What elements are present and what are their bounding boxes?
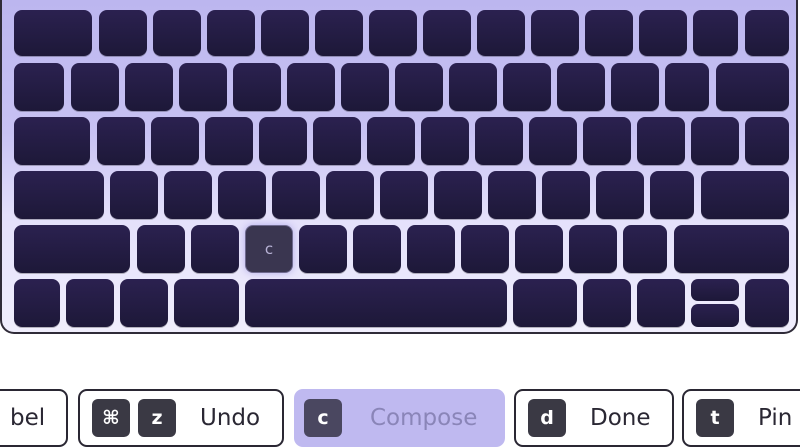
key[interactable] (745, 117, 789, 165)
key[interactable] (461, 225, 509, 273)
key[interactable] (259, 117, 307, 165)
key[interactable] (151, 117, 199, 165)
key[interactable] (596, 171, 644, 219)
key[interactable] (14, 279, 60, 327)
key[interactable] (585, 10, 633, 56)
key[interactable] (14, 10, 92, 56)
shortcut-bar: bel ⌘ z Undo c Compose d Done t Pin (0, 389, 800, 448)
key[interactable] (542, 171, 590, 219)
key[interactable] (137, 225, 185, 273)
key[interactable] (477, 10, 525, 56)
key[interactable] (164, 171, 212, 219)
key[interactable] (423, 10, 471, 56)
arrow-up-key[interactable] (691, 279, 739, 301)
shortcut-key: d (528, 399, 566, 437)
key[interactable] (313, 117, 361, 165)
shortcut-key: t (696, 399, 734, 437)
keyboard: c (0, 0, 798, 334)
key[interactable] (583, 117, 631, 165)
key[interactable] (623, 225, 667, 273)
key[interactable] (207, 10, 255, 56)
key[interactable] (326, 171, 374, 219)
key[interactable] (66, 279, 114, 327)
key[interactable] (14, 225, 130, 273)
key[interactable] (611, 63, 659, 111)
key[interactable] (205, 117, 253, 165)
key[interactable] (637, 117, 685, 165)
key[interactable] (191, 225, 239, 273)
key[interactable] (97, 117, 145, 165)
key[interactable] (515, 225, 563, 273)
key[interactable] (110, 171, 158, 219)
shortcut-label: Undo (200, 405, 261, 431)
key[interactable] (218, 171, 266, 219)
key[interactable] (503, 63, 551, 111)
shortcut-chip-pin[interactable]: t Pin (682, 389, 800, 447)
key[interactable] (434, 171, 482, 219)
key[interactable] (583, 279, 631, 327)
shortcut-label: Done (590, 405, 651, 431)
key[interactable] (650, 171, 694, 219)
shortcut-chip-undo[interactable]: ⌘ z Undo (78, 389, 284, 447)
key[interactable] (380, 171, 428, 219)
key[interactable] (716, 63, 789, 111)
key[interactable] (353, 225, 401, 273)
key[interactable] (315, 10, 363, 56)
key[interactable] (691, 117, 739, 165)
shortcut-key: z (138, 399, 176, 437)
key[interactable] (14, 63, 64, 111)
key[interactable] (14, 117, 90, 165)
key[interactable] (71, 63, 119, 111)
shortcut-key: c (304, 399, 342, 437)
shortcut-label: bel (10, 405, 46, 431)
key[interactable] (745, 279, 789, 327)
key[interactable] (531, 10, 579, 56)
key[interactable] (529, 117, 577, 165)
key[interactable] (639, 10, 687, 56)
key[interactable] (120, 279, 168, 327)
shortcut-label: Pin (758, 405, 793, 431)
shortcut-chip-compose[interactable]: c Compose (294, 389, 505, 447)
command-key-icon: ⌘ (92, 399, 130, 437)
key[interactable] (674, 225, 789, 273)
key[interactable] (745, 10, 789, 56)
key[interactable] (261, 10, 309, 56)
key[interactable] (14, 171, 104, 219)
shortcut-chip-label[interactable]: bel (0, 389, 68, 447)
shortcut-label: Compose (370, 405, 478, 431)
key[interactable] (341, 63, 389, 111)
key[interactable] (287, 63, 335, 111)
key[interactable] (665, 63, 709, 111)
key[interactable] (179, 63, 227, 111)
key[interactable] (693, 10, 738, 56)
key[interactable] (99, 10, 147, 56)
key[interactable] (299, 225, 347, 273)
key[interactable] (421, 117, 469, 165)
key[interactable] (407, 225, 455, 273)
key[interactable] (488, 171, 536, 219)
space-bar[interactable] (245, 279, 507, 327)
key[interactable] (557, 63, 605, 111)
key[interactable] (449, 63, 497, 111)
key[interactable] (395, 63, 443, 111)
key[interactable] (174, 279, 239, 327)
key[interactable] (475, 117, 523, 165)
key[interactable] (233, 63, 281, 111)
key[interactable] (367, 117, 415, 165)
key[interactable] (369, 10, 417, 56)
key[interactable] (701, 171, 789, 219)
key[interactable] (569, 225, 617, 273)
key[interactable] (637, 279, 685, 327)
arrow-down-key[interactable] (691, 304, 739, 327)
key[interactable] (513, 279, 577, 327)
key-c[interactable]: c (245, 225, 293, 273)
key[interactable] (272, 171, 320, 219)
key[interactable] (125, 63, 173, 111)
shortcut-chip-done[interactable]: d Done (514, 389, 674, 447)
key[interactable] (153, 10, 201, 56)
